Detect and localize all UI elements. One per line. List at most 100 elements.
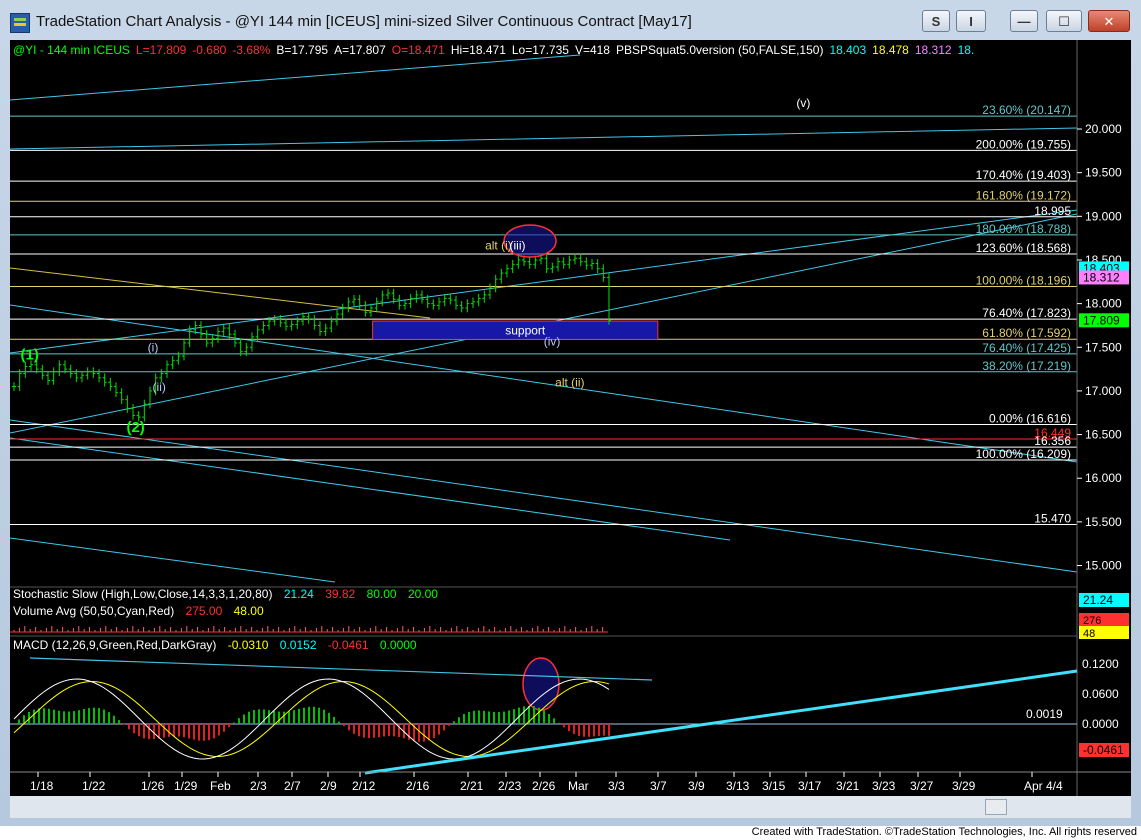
date-tick-17: 3/13 (726, 779, 750, 793)
volume-title: Volume Avg (50,50,Cyan,Red) 275.00 48.00 (13, 604, 264, 618)
trendlines[interactable] (10, 54, 1078, 583)
fib-label-4: 18.995 (1034, 204, 1071, 218)
stochastic-tag-text: 21.24 (1083, 593, 1113, 607)
price-tick-8: 16.000 (1085, 471, 1122, 485)
price-tick-6: 17.000 (1085, 384, 1122, 398)
fib-label-10: 76.40% (17.425) (982, 341, 1071, 355)
scrollbar-thumb[interactable] (985, 799, 1007, 815)
price-tick-9: 15.500 (1085, 515, 1122, 529)
trendline-8 (10, 54, 581, 101)
status-field-0: @YI - 144 min ICEUS (13, 43, 130, 57)
trendline-3 (10, 267, 431, 319)
fib-label-15: 100.00% (16.209) (976, 447, 1071, 461)
stochastic-name: Stochastic Slow (High,Low,Close,14,3,3,1… (13, 587, 272, 601)
macd-tick-2: 0.0600 (1082, 687, 1119, 701)
wave-label-4: alt (i) (485, 238, 512, 252)
price-tick-4: 18.000 (1085, 297, 1122, 311)
date-tick-13: Mar (568, 779, 589, 793)
tradestation-app-icon (10, 13, 30, 33)
support-zone[interactable]: support (372, 320, 659, 340)
close-button[interactable]: ✕ (1088, 10, 1130, 32)
maximize-button[interactable]: ☐ (1046, 10, 1082, 32)
volume-v1: 275.00 (186, 604, 223, 618)
date-tick-10: 2/21 (460, 779, 484, 793)
volume-bars (10, 626, 608, 633)
fib-label-1: 200.00% (19.755) (976, 137, 1071, 151)
s-button[interactable]: S (922, 10, 950, 32)
date-tick-15: 3/7 (650, 779, 667, 793)
date-tick-9: 2/16 (406, 779, 430, 793)
macd-v1: -0.0310 (228, 638, 269, 652)
fib-label-12: 0.00% (16.616) (989, 411, 1071, 425)
macd-tag-text: -0.0461 (1083, 743, 1124, 757)
fib-label-5: 180.00% (18.788) (976, 222, 1071, 236)
macd-upper-trendline (29, 657, 653, 681)
fib-label-6: 123.60% (18.568) (976, 241, 1071, 255)
volume-name: Volume Avg (50,50,Cyan,Red) (13, 604, 174, 618)
date-tick-20: 3/21 (836, 779, 860, 793)
i-button[interactable]: I (956, 10, 986, 32)
horizontal-scrollbar[interactable] (10, 796, 1131, 818)
macd-plot (13, 678, 610, 760)
volume-tag-2-text: 48 (1083, 628, 1095, 640)
fib-label-2: 170.40% (19.403) (976, 168, 1071, 182)
date-tick-23: 3/29 (952, 779, 976, 793)
trendline-0 (10, 127, 1078, 150)
copyright-text: Created with TradeStation. ©TradeStation… (751, 826, 1137, 838)
fibonacci-levels[interactable]: 23.60% (20.147) 200.00% (19.755) 170.40% (… (10, 103, 1077, 526)
wave-label-8: (v) (796, 96, 810, 110)
macd-readout: 0.0019 (1026, 707, 1063, 721)
wave-label-6: (iv) (544, 335, 561, 349)
status-field-3: -3.68% (232, 43, 270, 57)
macd-lower-trendline (364, 669, 1078, 775)
status-field-14: 18. (958, 43, 975, 57)
support-label: support (505, 323, 546, 337)
status-field-5: A=17.807 (334, 43, 386, 57)
date-tick-3: 1/29 (174, 779, 198, 793)
status-field-4: B=17.795 (276, 43, 328, 57)
status-field-10: PBSPSquat5.0version (50,FALSE,150) (616, 43, 823, 57)
date-tick-12: 2/26 (532, 779, 556, 793)
macd-tick-1: 0.1200 (1082, 657, 1119, 671)
volume-tag-1-text: 276 (1083, 615, 1101, 627)
date-tick-6: 2/7 (284, 779, 301, 793)
chart-area[interactable]: 23.60% (20.147) 200.00% (19.755) 170.40% (… (10, 40, 1131, 796)
status-field-7: Hi=18.471 (451, 43, 506, 57)
fib-label-9: 61.80% (17.592) (982, 326, 1071, 340)
date-tick-21: 3/23 (872, 779, 896, 793)
date-tick-4: Feb (210, 779, 231, 793)
chart-canvas[interactable]: 23.60% (20.147) 200.00% (19.755) 170.40% (… (10, 40, 1131, 796)
minimize-button[interactable]: — (1010, 10, 1038, 32)
date-axis[interactable]: 1/18 1/22 1/26 1/29 Feb 2/3 2/7 2/9 2/12 2/16 2/21… (30, 772, 1063, 793)
trendline-5 (10, 419, 1078, 573)
fib-label-7: 100.00% (18.196) (976, 274, 1071, 288)
date-tick-7: 2/9 (320, 779, 337, 793)
footer: Created with TradeStation. ©TradeStation… (0, 826, 1141, 840)
macd-title: MACD (12,26,9,Green,Red,DarkGray) -0.031… (13, 638, 417, 652)
price-tick-10: 15.000 (1085, 559, 1122, 573)
title-bar[interactable]: TradeStation Chart Analysis - @YI 144 mi… (0, 0, 1141, 40)
date-tick-22: 3/27 (910, 779, 934, 793)
date-tick-16: 3/9 (688, 779, 705, 793)
price-tick-5: 17.500 (1085, 340, 1122, 354)
macd-name: MACD (12,26,9,Green,Red,DarkGray) (13, 638, 216, 652)
price-axis[interactable]: 20.00019.50019.00018.50018.00017.50017.0… (1077, 122, 1129, 573)
status-line: @YI - 144 min ICEUS L=17.809 -0.680 -3.68% B… (13, 43, 974, 57)
volume-v2: 48.00 (234, 604, 264, 618)
wave-label-5: (iii) (510, 238, 526, 252)
chart-window: TradeStation Chart Analysis - @YI 144 mi… (0, 0, 1141, 826)
date-tick-2: 1/26 (141, 779, 165, 793)
fib-label-0: 23.60% (20.147) (982, 103, 1071, 117)
macd-v4: 0.0000 (380, 638, 417, 652)
date-tick-8: 2/12 (352, 779, 376, 793)
trendline-6 (10, 537, 336, 583)
price-tick-1: 19.500 (1085, 166, 1122, 180)
stochastic-v4: 20.00 (408, 587, 438, 601)
fib-label-16: 15.470 (1034, 512, 1071, 526)
price-tick-2: 19.000 (1085, 209, 1122, 223)
status-field-6: O=18.471 (392, 43, 445, 57)
fib-label-3: 161.80% (19.172) (976, 188, 1071, 202)
macd-tick-3: 0.0000 (1082, 717, 1119, 731)
stochastic-title: Stochastic Slow (High,Low,Close,14,3,3,1… (13, 587, 438, 601)
fib-label-8: 76.40% (17.823) (982, 306, 1071, 320)
